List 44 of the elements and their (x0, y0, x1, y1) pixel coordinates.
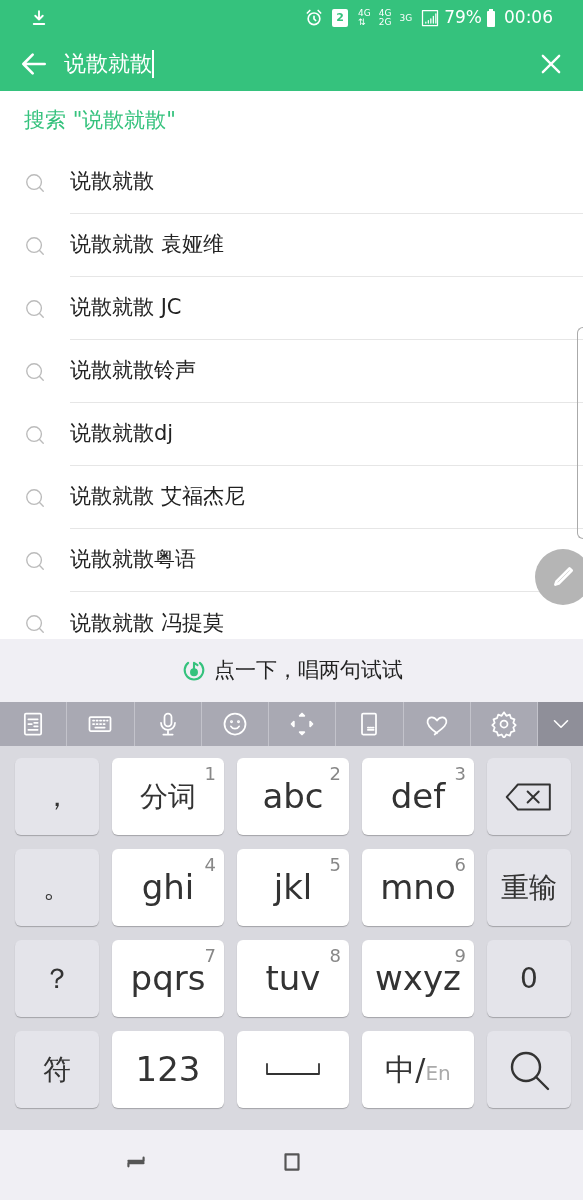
suggestion-item[interactable]: 说散就散 袁娅维 (70, 229, 224, 261)
suggestion-item[interactable]: 说散就散粤语 (70, 544, 196, 576)
search-icon (24, 423, 46, 446)
keyboard-key[interactable]: def 3 (362, 758, 474, 835)
download-icon (30, 9, 48, 27)
keyboard-key[interactable] (487, 1031, 571, 1108)
keyboard-key[interactable]: ghi 4 (112, 849, 224, 926)
keyboard-key[interactable]: jkl 5 (237, 849, 349, 926)
keyboard-key[interactable]: 符 (15, 1031, 99, 1108)
keyboard-key[interactable]: tuv 8 (237, 940, 349, 1017)
suggestion-item[interactable]: 说散就散铃声 (70, 355, 196, 387)
keyboard-key[interactable] (487, 758, 571, 835)
keyboard-key[interactable]: 中/En (362, 1031, 474, 1108)
keyboard-key[interactable]: 重输 (487, 849, 571, 926)
suggestion-item[interactable]: 说散就散 冯提莫 (70, 607, 224, 639)
keyboard-key[interactable]: ， (15, 758, 99, 835)
network-label: 4G 2G (378, 9, 392, 27)
edit-button[interactable] (535, 549, 583, 605)
search-icon (24, 360, 46, 383)
search-icon (24, 234, 46, 257)
keyboard-key[interactable]: 分词 1 (112, 758, 224, 835)
keyboard-key[interactable]: 123 (112, 1031, 224, 1108)
search-icon (24, 612, 46, 635)
keyboard-key[interactable]: 0 (487, 940, 571, 1017)
suggestion-item[interactable]: 说散就散 (70, 166, 154, 198)
search-icon (24, 171, 46, 194)
suggestion-item[interactable]: 说散就散 艾福杰尼 (70, 481, 245, 513)
sim-card-label: 2 (332, 9, 349, 27)
clock: 00:06 (504, 6, 553, 30)
settings-icon[interactable] (489, 710, 518, 738)
search-icon (24, 549, 46, 572)
signal-icon (420, 8, 441, 28)
keyboard-key[interactable]: ？ (15, 940, 99, 1017)
network-label: 3G (399, 13, 413, 23)
network-label: 4G ⇅ (358, 9, 371, 27)
battery-icon (484, 8, 498, 28)
search-icon (24, 486, 46, 509)
battery-percent: 79% (444, 6, 482, 30)
collapse-keyboard-button[interactable] (538, 702, 583, 746)
voice-hint[interactable]: 点一下，唱两句试试 (214, 654, 403, 687)
suggestion-item[interactable]: 说散就散dj (70, 418, 174, 450)
suggestion-item[interactable]: 说散就散 JC (70, 292, 182, 324)
keyboard-key[interactable]: 。 (15, 849, 99, 926)
search-icon (24, 297, 46, 320)
